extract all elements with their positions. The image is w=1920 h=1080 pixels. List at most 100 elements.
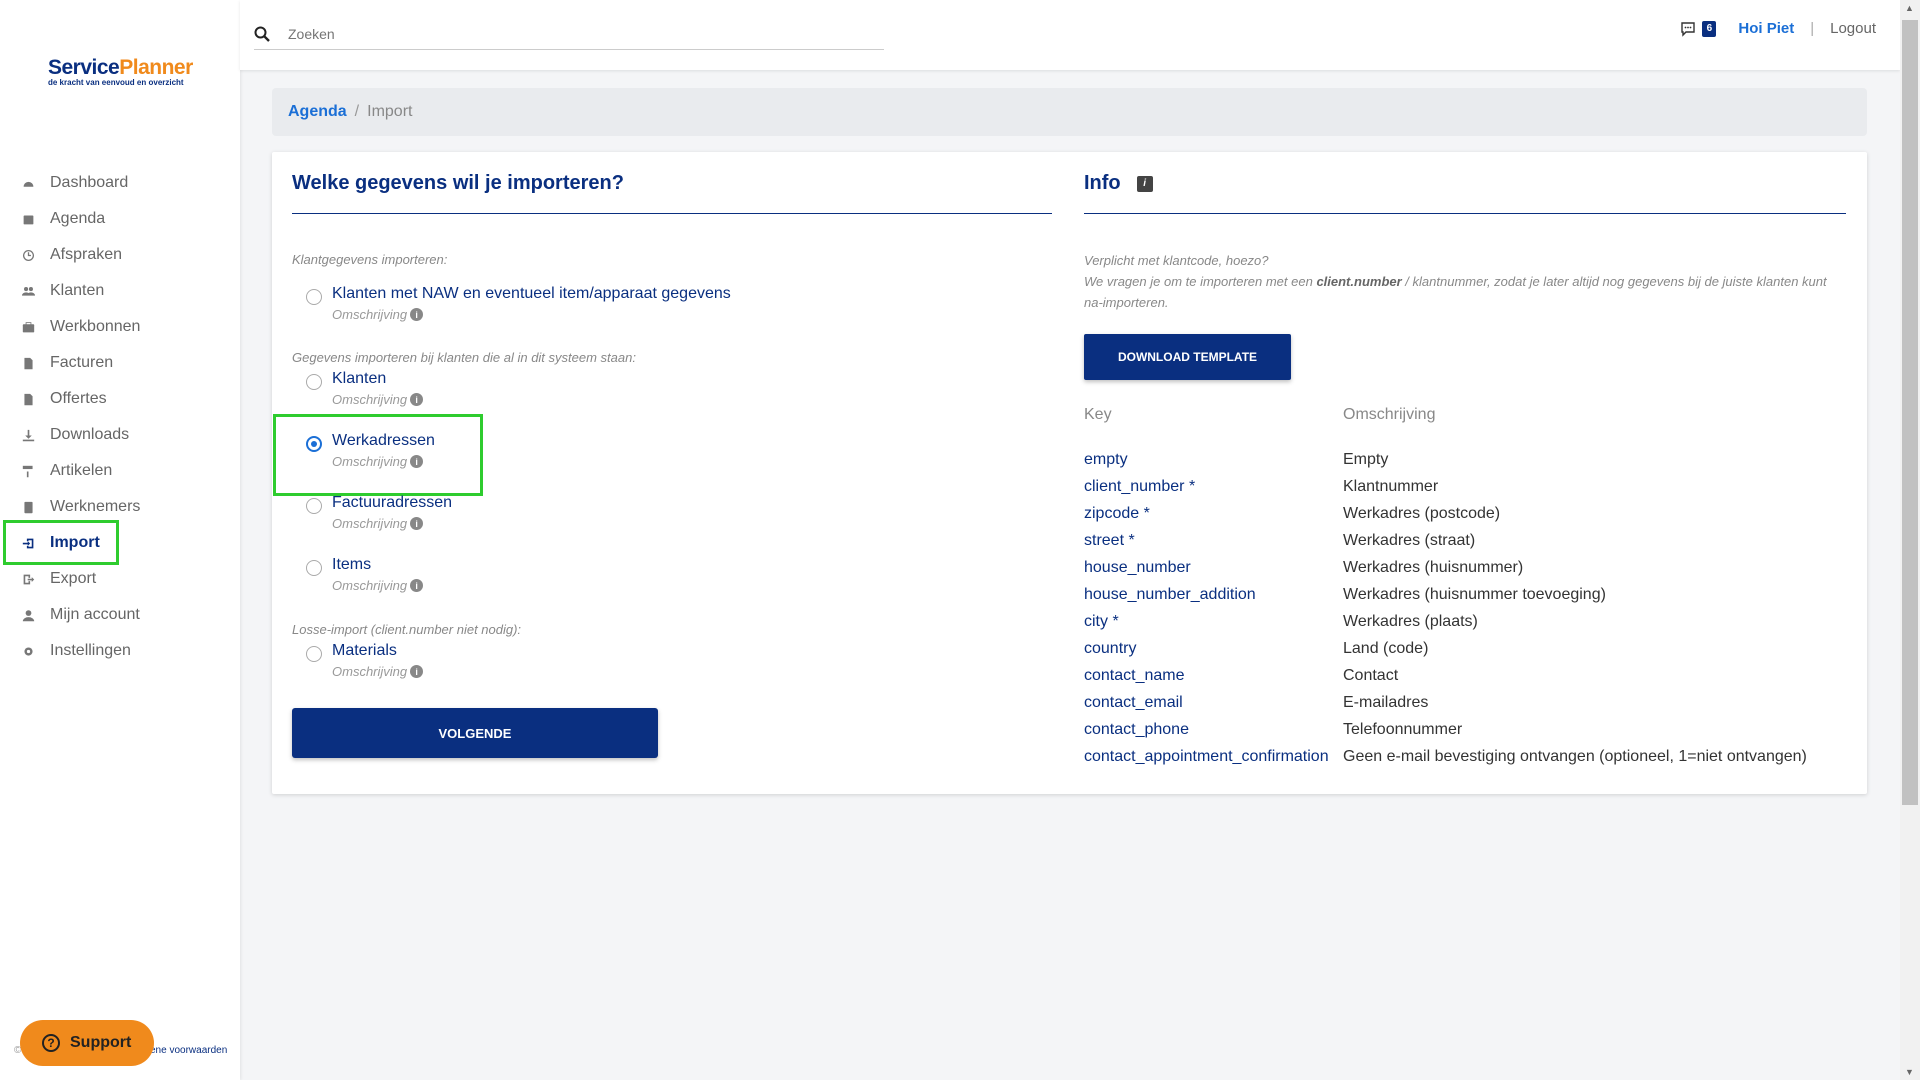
sidebar-item-label: Artikelen [50, 462, 113, 479]
option-description-text: Omschrijving [332, 578, 408, 593]
table-row: zipcode * Werkadres (postcode) [1084, 500, 1807, 527]
option-description: Omschrijving i [332, 516, 452, 531]
radio-klanten-naw[interactable] [306, 289, 322, 305]
info-title: Info i [1084, 172, 1846, 214]
radio-factuuradressen[interactable] [306, 498, 322, 514]
sidebar-nav: Dashboard Agenda Afspraken Klanten Werkbonne… [0, 165, 240, 669]
field-key: city * [1084, 612, 1119, 630]
field-description: Contact [1343, 666, 1399, 684]
option-description-text: Omschrijving [332, 392, 408, 407]
option-description: Omschrijving i [332, 307, 731, 322]
breadcrumb-agenda-link[interactable]: Agenda [288, 103, 347, 121]
import-form: Welke gegevens wil je importeren? Klantg… [273, 172, 1052, 679]
sidebar-item-label: Downloads [50, 426, 130, 443]
table-row: empty Empty [1084, 446, 1807, 473]
app-logo[interactable]: ServicePlanner de kracht van eenvoud en … [48, 56, 198, 87]
briefcase-icon [20, 320, 36, 334]
clock-icon [20, 248, 36, 262]
field-description: Geen e-mail bevestiging ontvangen (optio… [1343, 747, 1807, 765]
field-key: contact_name [1084, 666, 1185, 684]
info-icon[interactable]: i [410, 393, 424, 406]
field-description: E-mailadres [1343, 693, 1429, 711]
sidebar-item-label: Instellingen [50, 642, 131, 659]
option-description-text: Omschrijving [332, 307, 408, 322]
group-label-losse-import: Losse-import (client.number niet nodig): [292, 622, 522, 637]
gear-icon [20, 644, 36, 658]
sidebar-item-klanten[interactable]: Klanten [0, 273, 240, 309]
sidebar-item-label: Dashboard [50, 174, 129, 191]
option-label: Klanten [332, 370, 387, 387]
option-factuuradressen[interactable]: Factuuradressen Omschrijving i [306, 494, 452, 531]
selected-option-highlight [273, 414, 483, 496]
option-materials[interactable]: Materials Omschrijving i [306, 642, 424, 679]
scroll-down-arrow-icon[interactable]: ▼ [1905, 1067, 1914, 1077]
sidebar-item-label: Werknemers [50, 498, 141, 515]
sidebar-item-artikelen[interactable]: Artikelen [0, 453, 240, 489]
scroll-thumb[interactable] [1902, 20, 1918, 805]
table-row: city * Werkadres (plaats) [1084, 608, 1807, 635]
info-icon[interactable]: i [410, 308, 424, 321]
table-row: contact_name Contact [1084, 662, 1807, 689]
sidebar-item-offertes[interactable]: Offertes [0, 381, 240, 417]
option-label: Klanten met NAW en eventueel item/appara… [332, 285, 731, 302]
sidebar-item-export[interactable]: Export [0, 561, 240, 597]
field-description: Land (code) [1343, 639, 1429, 657]
option-label: Items [332, 556, 372, 573]
sidebar-item-downloads[interactable]: Downloads [0, 417, 240, 453]
option-description-text: Omschrijving [332, 516, 408, 531]
download-icon [20, 428, 36, 442]
sidebar-item-mijn-account[interactable]: Mijn account [0, 597, 240, 633]
option-klanten-naw[interactable]: Klanten met NAW en eventueel item/appara… [306, 285, 731, 322]
sidebar-item-label: Mijn account [50, 606, 140, 623]
radio-materials[interactable] [306, 646, 322, 662]
sidebar-item-label: Export [50, 570, 97, 587]
option-items[interactable]: Items Omschrijving i [306, 556, 424, 593]
chat-icon[interactable] [1680, 21, 1696, 37]
group-label-klantgegevens: Klantgegevens importeren: [292, 252, 448, 267]
sidebar-item-agenda[interactable]: Agenda [0, 201, 240, 237]
breadcrumb-separator: / [354, 103, 360, 120]
logout-link[interactable]: Logout [1830, 20, 1876, 37]
help-icon: ? [42, 1034, 60, 1052]
info-icon[interactable]: i [410, 579, 424, 592]
info-icon: i [1136, 175, 1153, 192]
dashboard-icon [20, 176, 36, 190]
paint-roller-icon [20, 464, 36, 478]
radio-klanten[interactable] [306, 374, 322, 390]
scroll-up-arrow-icon[interactable]: ▲ [1905, 3, 1914, 13]
info-panel: Info i Verplicht met klantcode, hoezo? We… [1084, 172, 1846, 765]
sidebar-item-afspraken[interactable]: Afspraken [0, 237, 240, 273]
sidebar-item-werkbonnen[interactable]: Werkbonnen [0, 309, 240, 345]
download-template-button[interactable]: Download template [1084, 334, 1291, 380]
field-description: Werkadres (huisnummer) [1343, 558, 1524, 576]
table-row: contact_phone Telefoonnummer [1084, 716, 1807, 743]
user-icon [20, 608, 36, 622]
terms-link[interactable]: ene voorwaarden [150, 1045, 227, 1056]
sidebar-item-facturen[interactable]: Facturen [0, 345, 240, 381]
sidebar-item-label: Agenda [50, 210, 106, 227]
search-input[interactable] [288, 25, 868, 42]
sidebar-item-label: Offertes [50, 390, 107, 407]
breadcrumb: Agenda / Import [272, 88, 1867, 136]
support-button[interactable]: ? Support [20, 1020, 154, 1066]
next-button[interactable]: Volgende [292, 708, 658, 758]
page-scrollbar[interactable]: ▲ ▼ [1900, 0, 1920, 1080]
option-klanten[interactable]: Klanten Omschrijving i [306, 370, 424, 407]
message-count-badge[interactable]: 6 [1702, 20, 1717, 37]
info-icon[interactable]: i [410, 517, 424, 530]
import-form-title: Welke gegevens wil je importeren? [292, 172, 1052, 214]
field-key: client_number * [1084, 477, 1196, 495]
sidebar-item-label: Klanten [50, 282, 105, 299]
group-label-bestaande-klanten: Gegevens importeren bij klanten die al i… [292, 350, 636, 365]
user-greeting[interactable]: Hoi Piet [1738, 20, 1794, 37]
field-key-table: Key Omschrijving empty Empty client_number… [1084, 406, 1807, 770]
option-label: Materials [332, 642, 397, 659]
radio-items[interactable] [306, 560, 322, 576]
option-description: Omschrijving i [332, 392, 424, 407]
sidebar-item-dashboard[interactable]: Dashboard [0, 165, 240, 201]
table-row: country Land (code) [1084, 635, 1807, 662]
field-key: street * [1084, 531, 1135, 549]
sidebar-item-instellingen[interactable]: Instellingen [0, 633, 240, 669]
info-icon[interactable]: i [410, 665, 424, 678]
table-header-key: Key [1084, 406, 1112, 423]
